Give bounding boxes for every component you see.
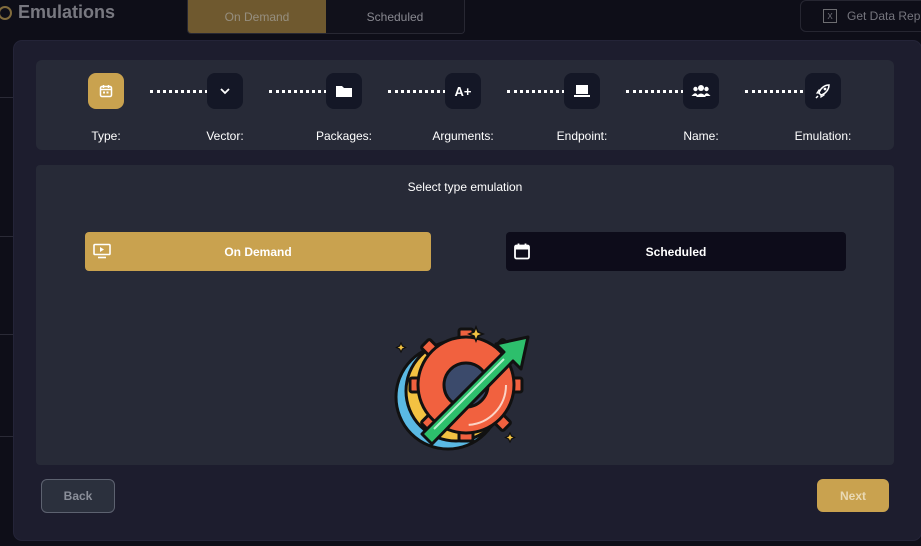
sparkle-icon (504, 431, 516, 444)
laptop-icon (564, 73, 600, 109)
tab-on-demand[interactable]: On Demand (188, 0, 326, 33)
sparkle-icon (395, 341, 407, 354)
step-label: Arguments: (432, 129, 494, 143)
step-label: Vector: (206, 129, 244, 143)
emulations-icon (0, 5, 12, 20)
chevron-down-icon (207, 73, 243, 109)
users-icon (683, 73, 719, 109)
folder-icon (326, 73, 362, 109)
next-button[interactable]: Next (817, 479, 889, 512)
step-vector[interactable]: Vector: (165, 73, 285, 143)
step-arguments[interactable]: A+ Arguments: (403, 73, 523, 143)
step-name[interactable]: Name: (641, 73, 761, 143)
calendar-icon (88, 73, 124, 109)
step-label: Packages: (315, 129, 373, 143)
panel-title: Select type emulation (407, 180, 523, 194)
wizard-stepper: Type: Vector: Packages: A+ Arguments: En… (36, 60, 894, 150)
step-type[interactable]: Type: (46, 73, 166, 143)
step-label: Endpoint: (556, 129, 608, 143)
background-divider (0, 97, 14, 98)
step-label: Emulation: (794, 129, 852, 143)
scheduled-option[interactable]: Scheduled (506, 232, 846, 271)
step-label: Type: (91, 129, 121, 143)
emulation-wizard-modal: Type: Vector: Packages: A+ Arguments: En… (14, 41, 921, 540)
background-divider (0, 334, 14, 335)
page-title: Emulations (18, 2, 116, 22)
page-header: Emulations (0, 2, 115, 23)
gear-growth-illustration (394, 324, 530, 451)
tab-scheduled[interactable]: Scheduled (326, 0, 464, 33)
get-data-report-button[interactable]: X Get Data Rep (800, 0, 921, 32)
step-endpoint[interactable]: Endpoint: (522, 73, 642, 143)
scheduled-label: Scheduled (645, 244, 707, 259)
excel-icon: X (823, 9, 837, 23)
calendar-icon (514, 243, 530, 263)
screen-play-icon (93, 243, 111, 262)
on-demand-label: On Demand (224, 244, 292, 259)
on-demand-option[interactable]: On Demand (85, 232, 431, 271)
rocket-icon (805, 73, 841, 109)
a-plus-icon: A+ (445, 73, 481, 109)
get-data-report-label: Get Data Rep (847, 9, 921, 23)
type-selection-panel: Select type emulation On Demand Schedule… (36, 165, 894, 465)
step-packages[interactable]: Packages: (284, 73, 404, 143)
background-divider (0, 236, 14, 237)
step-label: Name: (683, 129, 719, 143)
header-tabs: On Demand Scheduled (187, 0, 465, 34)
background-divider (0, 436, 14, 437)
step-emulation[interactable]: Emulation: (763, 73, 883, 143)
back-button[interactable]: Back (41, 479, 115, 513)
